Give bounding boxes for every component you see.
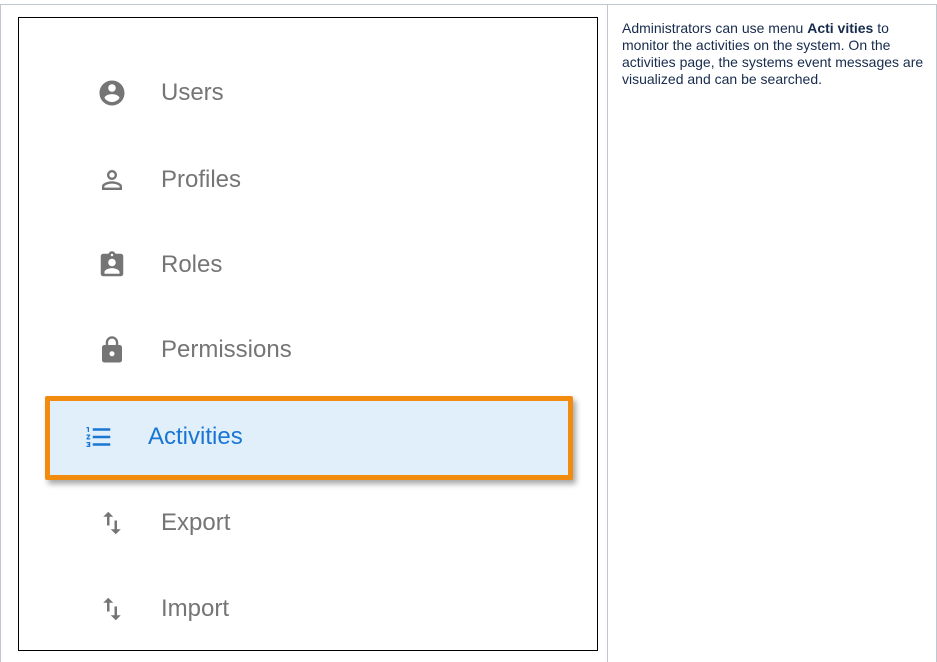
- documentation-table: Users Profiles Roles Permissions Activit…: [0, 0, 937, 662]
- menu-item-label: Activities: [148, 423, 243, 450]
- import-export-icon: [97, 594, 127, 624]
- menu-item-label: Roles: [161, 251, 223, 278]
- table-top-border: [0, 4, 937, 5]
- assignment-ind-icon: [97, 250, 127, 280]
- description-before: Administrators can use menu: [622, 20, 808, 36]
- menu-item-label: Import: [161, 595, 230, 622]
- menu-item-profiles[interactable]: Profiles: [63, 145, 588, 215]
- import-export-icon: [97, 508, 127, 538]
- format-list-numbered-icon: [84, 422, 114, 452]
- person-outline-icon: [97, 165, 127, 195]
- description-bold: Acti vities: [807, 20, 874, 36]
- menu-item-label: Profiles: [161, 166, 242, 193]
- menu-item-users[interactable]: Users: [63, 58, 588, 128]
- table-column-divider: [607, 4, 608, 662]
- menu-item-label: Export: [161, 509, 231, 536]
- account-circle-icon: [97, 78, 127, 108]
- table-left-border: [0, 4, 1, 662]
- lock-icon: [97, 335, 127, 365]
- menu-item-label: Users: [161, 79, 224, 106]
- menu-item-roles[interactable]: Roles: [63, 230, 588, 300]
- menu-screenshot: Users Profiles Roles Permissions Activit…: [18, 17, 598, 651]
- menu-item-label: Permissions: [161, 336, 292, 363]
- description-text: Administrators can use menu Acti vities …: [622, 20, 927, 88]
- menu-item-permissions[interactable]: Permissions: [63, 315, 588, 385]
- menu-item-import[interactable]: Import: [63, 574, 588, 644]
- menu-item-export[interactable]: Export: [63, 488, 588, 558]
- menu-item-activities[interactable]: Activities: [50, 402, 568, 472]
